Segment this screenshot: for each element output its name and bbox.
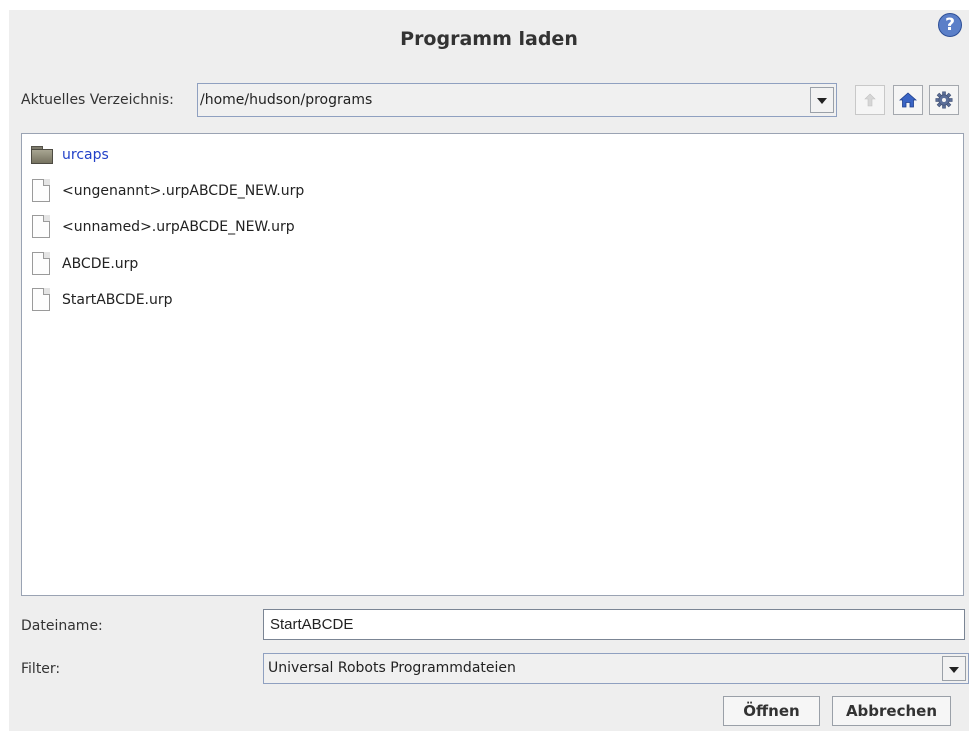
directory-dropdown-button[interactable] (810, 87, 834, 113)
help-glyph: ? (945, 15, 955, 35)
file-icon (30, 287, 54, 313)
parent-directory-button[interactable] (855, 85, 885, 115)
gear-icon (935, 91, 953, 109)
filter-dropdown-button[interactable] (942, 656, 966, 681)
file-name: <ungenannt>.urpABCDE_NEW.urp (62, 183, 305, 199)
question-mark-icon[interactable]: ? (938, 13, 962, 37)
home-directory-button[interactable] (893, 85, 923, 115)
file-name: urcaps (62, 147, 109, 163)
filter-value: Universal Robots Programmdateien (268, 660, 516, 676)
file-list-item[interactable]: ABCDE.urp (30, 251, 138, 277)
filename-input[interactable] (263, 609, 965, 640)
filter-label: Filter: (21, 661, 61, 677)
file-name: ABCDE.urp (62, 256, 139, 272)
filter-dropdown[interactable]: Universal Robots Programmdateien (263, 653, 969, 684)
file-list-item[interactable]: urcaps (30, 142, 109, 168)
file-icon (30, 214, 54, 240)
folder-icon (30, 142, 54, 168)
file-name: <unnamed>.urpABCDE_NEW.urp (62, 219, 295, 235)
file-list-item[interactable]: <ungenannt>.urpABCDE_NEW.urp (30, 178, 304, 204)
dialog-title: Programm laden (400, 28, 578, 50)
file-name: StartABCDE.urp (62, 292, 173, 308)
file-list-item[interactable]: <unnamed>.urpABCDE_NEW.urp (30, 214, 295, 240)
arrow-up-icon (864, 93, 876, 107)
filename-label: Dateiname: (21, 618, 103, 634)
file-icon (30, 178, 54, 204)
cancel-button[interactable]: Abbrechen (832, 696, 951, 726)
options-button[interactable] (929, 85, 959, 115)
home-icon (899, 92, 917, 108)
chevron-down-icon (817, 98, 827, 104)
current-directory-value: /home/hudson/programs (200, 92, 373, 108)
current-directory-label: Aktuelles Verzeichnis: (21, 92, 174, 108)
file-icon (30, 251, 54, 277)
file-list-item[interactable]: StartABCDE.urp (30, 287, 173, 313)
chevron-down-icon (949, 667, 959, 673)
file-list[interactable]: urcaps <ungenannt>.urpABCDE_NEW.urp <unn… (21, 133, 964, 596)
load-program-dialog: Programm laden ? Aktuelles Verzeichnis: … (9, 10, 969, 731)
current-directory-dropdown[interactable]: /home/hudson/programs (197, 83, 837, 117)
open-button[interactable]: Öffnen (723, 696, 820, 726)
